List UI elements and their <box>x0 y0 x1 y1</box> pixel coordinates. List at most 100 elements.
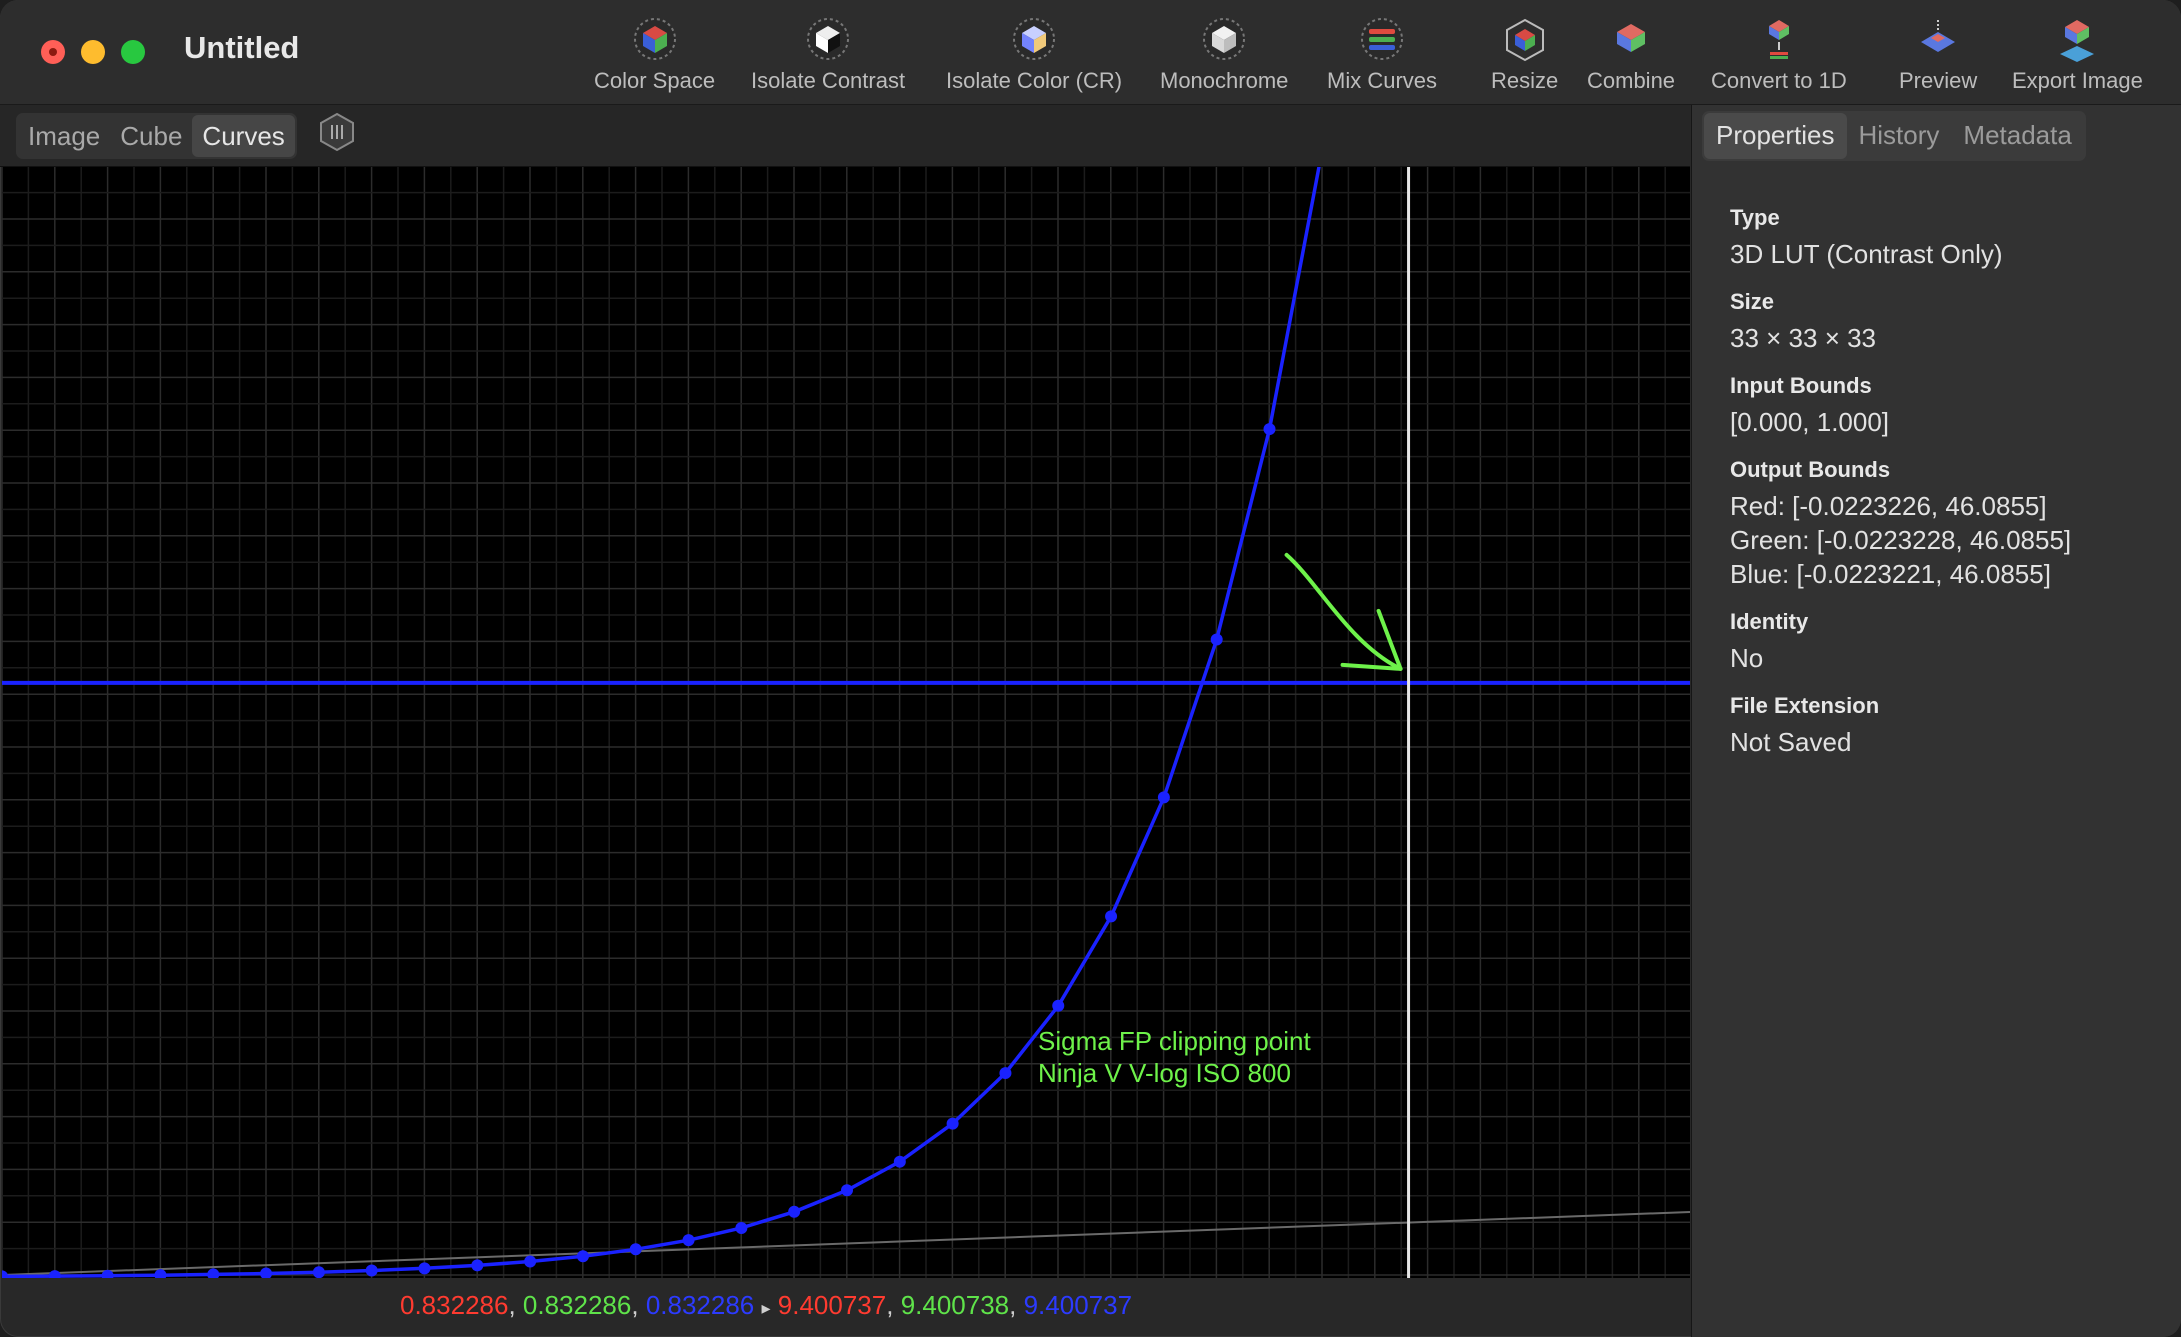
curve-point <box>2 1270 8 1278</box>
value-readout: 0.832286, 0.832286, 0.832286 ▸ 9.400737,… <box>400 1290 1133 1320</box>
title-bar: Untitled Color Space Isolate Contrast Is… <box>0 0 2181 105</box>
input-green-value: 0.832286 <box>522 1290 632 1320</box>
curve-point <box>629 1243 642 1256</box>
curve-point <box>312 1266 325 1278</box>
curves-graph[interactable]: Sigma FP clipping point Ninja V V-log IS… <box>2 167 1690 1278</box>
export-image-icon <box>2060 20 2095 62</box>
input-red-value: 0.832286 <box>400 1290 509 1320</box>
curve-point <box>154 1269 167 1278</box>
isolate-contrast-label: Isolate Contrast <box>751 68 906 93</box>
tab-cube[interactable]: Cube <box>110 115 192 157</box>
mix-curves-label: Mix Curves <box>1327 68 1438 93</box>
blue-curve-line <box>2 167 1321 1278</box>
export-image-label: Export Image <box>2012 68 2143 93</box>
white-cube-icon <box>1203 18 1246 60</box>
output-red-value: 9.400737 <box>777 1290 887 1320</box>
curve-point <box>1105 910 1118 923</box>
file-extension-value: Not Saved <box>1730 727 1852 757</box>
export-image-button[interactable]: Export Image <box>2012 16 2143 100</box>
view-mode-segmented-control: Image Cube Curves <box>16 113 297 159</box>
channel-toggle-icon[interactable] <box>318 112 356 152</box>
curve-point <box>471 1259 484 1272</box>
identity-value: No <box>1730 643 1764 673</box>
output-bounds-label: Output Bounds <box>1730 457 1891 482</box>
mix-curves-icon <box>1361 18 1403 60</box>
curve-point <box>682 1234 695 1247</box>
clipping-annotation: Sigma FP clipping point Ninja V V-log IS… <box>1038 1025 1311 1089</box>
convert-to-1d-button[interactable]: Convert to 1D <box>1711 16 1847 100</box>
inspector-tabs: Properties History Metadata <box>1702 111 2086 161</box>
preview-label: Preview <box>1899 68 1978 93</box>
curve-point <box>1210 633 1223 646</box>
combine-button[interactable]: Combine <box>1587 16 1675 100</box>
inspector-panel: Properties History Metadata Type 3D LUT … <box>1691 105 2181 1337</box>
annotation-line-1: Sigma FP clipping point <box>1038 1026 1311 1056</box>
curve-point <box>48 1270 61 1278</box>
curve-point <box>893 1155 906 1168</box>
curves-plot[interactable] <box>2 167 1690 1278</box>
tab-history[interactable]: History <box>1847 113 1952 159</box>
input-bounds-label: Input Bounds <box>1730 373 1872 398</box>
curve-point <box>1157 791 1170 804</box>
curve-point <box>788 1205 801 1218</box>
isolate-contrast-button[interactable]: Isolate Contrast <box>751 16 905 100</box>
color-space-label: Color Space <box>594 68 716 93</box>
output-blue-value: 9.400737 <box>1023 1290 1133 1320</box>
contrast-cube-icon <box>807 18 850 60</box>
resize-button[interactable]: Resize <box>1491 16 1558 100</box>
curve-point <box>1263 423 1276 436</box>
annotation-line-2: Ninja V V-log ISO 800 <box>1038 1058 1291 1088</box>
curve-point <box>576 1250 589 1263</box>
tab-properties[interactable]: Properties <box>1704 113 1847 159</box>
size-label: Size <box>1730 289 1775 314</box>
input-blue-value: 0.832286 <box>645 1290 755 1320</box>
curve-point <box>841 1184 853 1197</box>
curve-point <box>207 1268 220 1278</box>
curve-point <box>418 1262 431 1275</box>
app-window: Untitled Color Space Isolate Contrast Is… <box>0 0 2181 1337</box>
zoom-window-button[interactable] <box>121 40 145 64</box>
tab-metadata[interactable]: Metadata <box>1951 113 2083 159</box>
type-value: 3D LUT (Contrast Only) <box>1730 239 2003 269</box>
curve-point <box>735 1221 748 1234</box>
curve-point <box>260 1267 273 1278</box>
output-green-value: 9.400738 <box>900 1290 1010 1320</box>
color-cube-icon <box>1013 18 1056 60</box>
size-value: 33 × 33 × 33 <box>1730 323 1877 353</box>
isolate-color-button[interactable]: Isolate Color (CR) <box>946 16 1122 100</box>
identity-label: Identity <box>1730 609 1809 634</box>
curve-point <box>365 1264 378 1277</box>
curve-point <box>1052 999 1065 1012</box>
annotation-arrowhead <box>1340 608 1403 671</box>
convert-to-1d-label: Convert to 1D <box>1711 68 1847 93</box>
isolate-color-label: Isolate Color (CR) <box>946 68 1123 93</box>
convert-icon <box>1768 20 1789 59</box>
monochrome-label: Monochrome <box>1160 68 1289 93</box>
output-bounds-blue: Blue: [-0.0223221, 46.0855] <box>1730 559 2051 589</box>
type-label: Type <box>1730 205 1780 230</box>
readout-arrow-icon: ▸ <box>761 1298 771 1318</box>
combine-icon <box>1617 24 1646 52</box>
combine-label: Combine <box>1587 68 1676 93</box>
color-cube-icon <box>633 18 676 60</box>
curve-point <box>946 1117 959 1130</box>
input-bounds-value: [0.000, 1.000] <box>1730 407 1890 437</box>
curve-point <box>524 1255 537 1268</box>
view-bar: Image Cube Curves <box>0 105 1690 167</box>
preview-button[interactable]: Preview <box>1899 16 1977 100</box>
file-extension-label: File Extension <box>1730 693 1880 718</box>
preview-icon <box>1921 20 1956 52</box>
output-bounds-green: Green: [-0.0223228, 46.0855] <box>1730 525 2072 555</box>
resize-cube-icon <box>1505 18 1544 62</box>
tab-image[interactable]: Image <box>18 115 110 157</box>
monochrome-button[interactable]: Monochrome <box>1160 16 1288 100</box>
curve-point <box>999 1067 1012 1080</box>
mix-curves-button[interactable]: Mix Curves <box>1327 16 1437 100</box>
annotation-arrow <box>1284 552 1403 671</box>
resize-label: Resize <box>1491 68 1559 93</box>
properties-list: Type 3D LUT (Contrast Only) Size 33 × 33… <box>1730 205 2071 759</box>
color-space-button[interactable]: Color Space <box>594 16 715 100</box>
minimize-window-button[interactable] <box>81 40 105 64</box>
close-window-button[interactable] <box>41 40 65 64</box>
tab-curves[interactable]: Curves <box>192 115 295 157</box>
